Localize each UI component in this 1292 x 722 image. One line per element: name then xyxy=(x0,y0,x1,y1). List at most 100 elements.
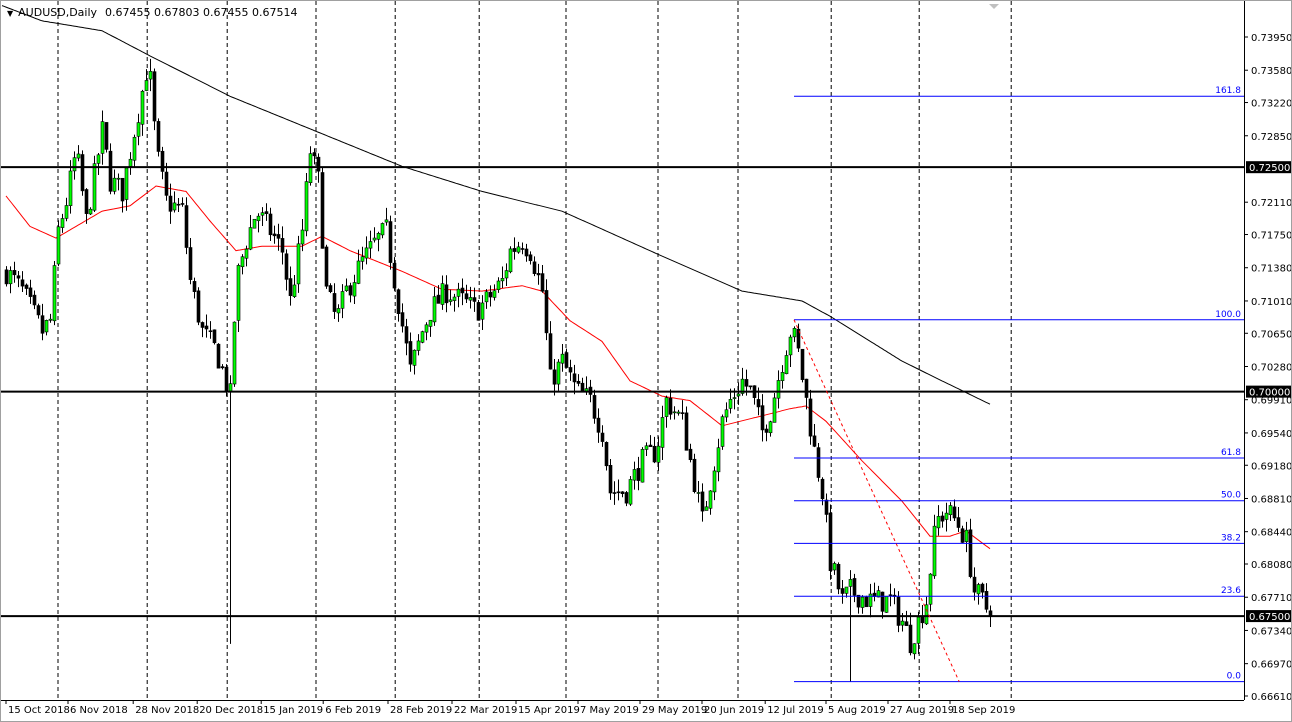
candle-body-bull xyxy=(737,394,740,396)
price-tick-label: 0.72850 xyxy=(1251,132,1291,143)
candle xyxy=(509,246,512,273)
candle xyxy=(61,214,64,233)
candle xyxy=(85,188,88,224)
candle-body-bull xyxy=(261,213,264,216)
candle xyxy=(837,562,840,594)
candle xyxy=(485,289,488,309)
candle xyxy=(445,275,448,312)
candle-body-bull xyxy=(61,218,64,227)
level-price-label: 0.67500 xyxy=(1249,612,1290,623)
candle xyxy=(289,267,292,306)
candle-body-bull xyxy=(369,242,372,249)
candle xyxy=(781,365,784,388)
candle-body-bear xyxy=(625,492,628,503)
candle-body-bull xyxy=(949,506,952,515)
candle-body-bull xyxy=(101,122,104,154)
candle xyxy=(621,491,624,497)
candle-body-bull xyxy=(293,285,296,297)
candle xyxy=(345,278,348,291)
candle-body-bear xyxy=(581,383,584,391)
candle-body-bull xyxy=(421,332,424,343)
candle xyxy=(565,349,568,368)
candle-body-bear xyxy=(333,293,336,311)
candle-body-bear xyxy=(389,222,392,263)
price-tick-label: 0.66970 xyxy=(1251,660,1291,671)
candle xyxy=(965,522,968,552)
candle-body-bear xyxy=(13,270,16,274)
candle xyxy=(457,283,460,307)
price-tick-label: 0.68080 xyxy=(1251,560,1291,571)
candle-body-bear xyxy=(809,399,812,436)
candle-body-bear xyxy=(153,72,156,121)
candle-body-bull xyxy=(705,507,708,511)
candle-body-bull xyxy=(833,563,836,570)
candle-body-bear xyxy=(41,316,44,334)
candle-body-bull xyxy=(57,227,60,264)
time-tick-label: 7 May 2019 xyxy=(580,705,639,716)
candle-body-bull xyxy=(49,319,52,320)
candle-body-bear xyxy=(569,367,572,372)
candle-body-bull xyxy=(425,325,428,332)
candle xyxy=(333,283,336,319)
candle xyxy=(597,408,600,443)
candle-body-bear xyxy=(489,292,492,297)
price-chart[interactable]: 161.8100.061.850.038.223.60.00.739500.73… xyxy=(1,1,1291,721)
candle-body-bear xyxy=(969,530,972,577)
candle xyxy=(629,476,632,506)
price-tick-label: 0.67340 xyxy=(1251,626,1291,637)
candle-body-bear xyxy=(593,395,596,418)
fib-level-label: 38.2 xyxy=(1221,533,1241,543)
chart-header: ▼AUDUSD,Daily0.67455 0.67803 0.67455 0.6… xyxy=(7,6,298,19)
candle-body-bear xyxy=(973,577,976,592)
candle xyxy=(349,283,352,303)
candle xyxy=(141,90,144,136)
candle-body-bear xyxy=(601,433,604,442)
candle xyxy=(985,583,988,612)
candle-body-bear xyxy=(225,367,228,391)
candle-body-bull xyxy=(69,171,72,206)
candle xyxy=(761,394,764,441)
time-tick-label: 28 Feb 2019 xyxy=(390,705,452,716)
candle-body-bear xyxy=(277,234,280,238)
candle-body-bull xyxy=(965,530,968,541)
candle xyxy=(273,226,276,244)
candle xyxy=(353,275,356,304)
candle xyxy=(417,334,420,355)
candle-body-bear xyxy=(473,298,476,302)
candle-body-bear xyxy=(545,290,548,332)
candle-body-bear xyxy=(161,151,164,171)
candle xyxy=(73,151,76,179)
candle xyxy=(657,436,660,470)
candle-body-bull xyxy=(301,230,304,244)
candle xyxy=(237,263,240,332)
candle xyxy=(941,512,944,528)
candle xyxy=(593,390,596,424)
candle-body-bull xyxy=(9,270,12,283)
candle xyxy=(125,168,128,211)
candle xyxy=(113,170,116,195)
candle-body-bull xyxy=(481,303,484,319)
candle-body-bear xyxy=(189,248,192,280)
candle-body-bull xyxy=(665,398,668,417)
candle xyxy=(557,359,560,391)
candle xyxy=(933,515,936,579)
candle xyxy=(181,197,184,206)
candle xyxy=(205,315,208,338)
triangle-down-icon[interactable]: ▼ xyxy=(7,9,13,18)
time-tick-label: 27 Aug 2019 xyxy=(890,705,954,716)
fib-level-label: 100.0 xyxy=(1215,310,1241,320)
candle xyxy=(969,519,972,579)
candle-body-bear xyxy=(165,172,168,195)
candle-body-bull xyxy=(361,257,364,262)
candle xyxy=(373,227,376,242)
candle-body-bear xyxy=(269,214,272,235)
time-tick-label: 15 Oct 2018 xyxy=(8,705,70,716)
candle-body-bull xyxy=(245,249,248,258)
candle xyxy=(413,349,416,374)
candle-body-bear xyxy=(193,281,196,291)
candle xyxy=(33,290,36,309)
candle xyxy=(881,592,884,619)
candle-body-bear xyxy=(549,334,552,370)
candle-body-bear xyxy=(477,302,480,320)
candle xyxy=(441,276,444,310)
